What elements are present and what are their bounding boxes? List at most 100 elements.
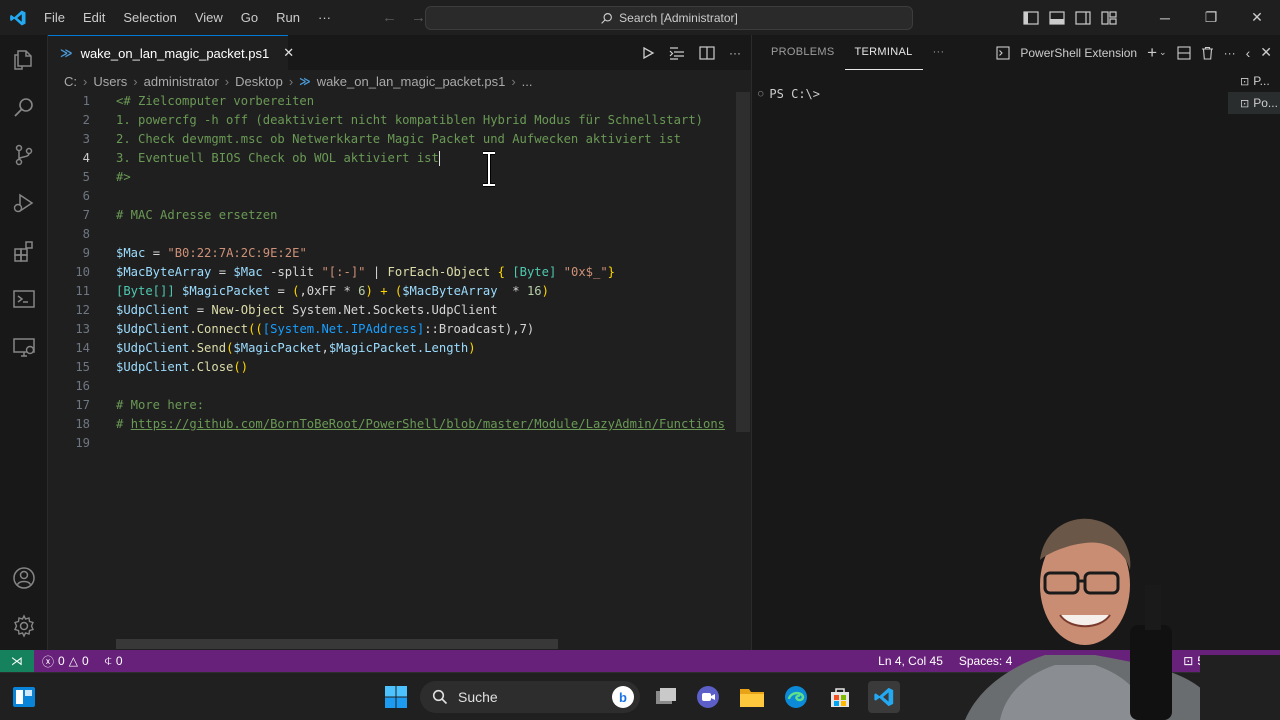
code-token: .Close	[189, 360, 234, 374]
teams-icon[interactable]	[692, 681, 724, 713]
new-terminal-icon[interactable]: +	[1147, 43, 1157, 63]
code-text: $MacByteArray = $Mac -split "[:-]" | For…	[116, 263, 615, 282]
command-center-search[interactable]: Search [Administrator]	[425, 6, 913, 30]
code-line: 1 <# Zielcomputer vorbereiten	[48, 92, 751, 111]
close-tab-icon[interactable]: ✕	[283, 45, 294, 61]
split-editor-icon[interactable]	[699, 45, 715, 60]
task-view-icon[interactable]	[650, 681, 682, 713]
breadcrumb-item[interactable]: Desktop	[235, 74, 283, 89]
menu-view[interactable]: View	[186, 0, 232, 35]
widgets-icon[interactable]	[8, 681, 40, 713]
code-token: ,	[321, 341, 329, 355]
menu-file[interactable]: File	[35, 0, 74, 35]
breadcrumb-item[interactable]: Users	[93, 74, 127, 89]
breadcrumb-item[interactable]: wake_on_lan_magic_packet.ps1	[317, 74, 506, 89]
terminal-list-item[interactable]: ⊡ Po...	[1228, 92, 1280, 114]
code-text: $UdpClient = New-Object System.Net.Socke…	[116, 301, 498, 320]
toggle-secondary-sidebar-icon[interactable]	[1070, 0, 1096, 35]
line-number: 17	[75, 398, 90, 412]
account-icon[interactable]	[12, 566, 36, 590]
powershell-icon[interactable]	[12, 287, 36, 311]
panel-more-actions-icon[interactable]: ···	[1224, 46, 1236, 60]
remote-indicator[interactable]: ⋊	[0, 650, 34, 672]
store-icon[interactable]	[824, 681, 856, 713]
toggle-panel-icon[interactable]	[1044, 0, 1070, 35]
terminal-list-item[interactable]: ⊡ P...	[1228, 70, 1280, 92]
breadcrumb: C: › Users › administrator › Desktop › ≫…	[48, 70, 751, 92]
split-terminal-icon[interactable]	[1177, 45, 1191, 60]
terminal-name[interactable]: PowerShell Extension	[1020, 46, 1137, 60]
customize-layout-icon[interactable]	[1096, 0, 1122, 35]
menu-go[interactable]: Go	[232, 0, 267, 35]
tab-problems[interactable]: PROBLEMS	[761, 35, 845, 70]
code-token: *	[497, 284, 527, 298]
code-token: ::Broadcast),7)	[424, 322, 535, 336]
tab-wake-on-lan[interactable]: ≫ wake_on_lan_magic_packet.ps1 ✕	[48, 35, 294, 70]
code-token: $UdpClient	[116, 360, 190, 374]
code-line: 3 2. Check devmgmt.msc ob Netwerkkarte Ma…	[48, 130, 751, 149]
source-control-icon[interactable]	[12, 143, 36, 167]
taskbar-search-label: Suche	[458, 689, 498, 705]
broadcast-icon: ⍧	[104, 653, 112, 668]
panel-more-icon[interactable]: ···	[923, 35, 955, 70]
menu-run[interactable]: Run	[267, 0, 309, 35]
menu-more[interactable]: ···	[309, 0, 340, 35]
vertical-scrollbar[interactable]	[736, 92, 750, 432]
horizontal-scrollbar[interactable]	[116, 639, 558, 649]
menu-selection[interactable]: Selection	[114, 0, 185, 35]
edge-browser-icon[interactable]	[780, 681, 812, 713]
close-window-button[interactable]: ✕	[1234, 0, 1280, 35]
gear-icon[interactable]	[12, 614, 36, 638]
terminal-icon: ⊡	[1240, 97, 1250, 110]
code-token: [Byte[]]	[116, 284, 175, 298]
run-debug-icon[interactable]	[12, 191, 36, 215]
extensions-icon[interactable]	[12, 239, 36, 263]
chevron-left-icon[interactable]: ‹	[1246, 45, 1251, 61]
search-view-icon[interactable]	[12, 95, 36, 119]
code-text: [Byte[]] $MagicPacket = (,0xFF * 6) + ($…	[116, 282, 549, 301]
vscode-logo-icon	[0, 0, 35, 35]
code-line: 12 $UdpClient = New-Object System.Net.Soc…	[48, 301, 751, 320]
code-line: 15 $UdpClient.Close()	[48, 358, 751, 377]
taskbar-search[interactable]: Suche b	[420, 681, 640, 713]
forward-arrow-icon[interactable]: →	[411, 9, 426, 26]
start-windows-icon[interactable]	[380, 681, 412, 713]
chevron-down-icon[interactable]: ⌄	[1159, 47, 1167, 58]
line-number: 6	[82, 189, 90, 203]
vscode-taskbar-icon[interactable]	[868, 681, 900, 713]
warning-icon: △	[68, 654, 78, 668]
toggle-primary-sidebar-icon[interactable]	[1018, 0, 1044, 35]
breadcrumb-item[interactable]: ...	[522, 74, 533, 89]
run-selection-icon[interactable]	[669, 46, 685, 60]
cursor-position[interactable]: Ln 4, Col 45	[870, 654, 951, 668]
ports-status[interactable]: ⍧ 0	[97, 654, 131, 669]
trash-icon[interactable]	[1201, 46, 1214, 60]
code-editor[interactable]: 1 <# Zielcomputer vorbereiten 2 1. powercf…	[48, 92, 751, 647]
menu-edit[interactable]: Edit	[74, 0, 114, 35]
bing-icon: b	[612, 686, 634, 708]
back-arrow-icon[interactable]: ←	[382, 9, 397, 26]
tab-terminal[interactable]: TERMINAL	[844, 36, 923, 70]
close-panel-icon[interactable]: ✕	[1260, 44, 1272, 61]
code-token: $Mac	[233, 265, 263, 279]
run-file-icon[interactable]	[641, 46, 655, 60]
code-link[interactable]: https://github.com/BornToBeRoot/PowerShe…	[131, 417, 725, 431]
error-icon: ⓧ	[42, 654, 55, 669]
minimize-button[interactable]: ─	[1142, 0, 1188, 35]
explorer-icon[interactable]	[12, 48, 36, 72]
code-line: 17 # More here:	[48, 396, 751, 415]
file-explorer-icon[interactable]	[736, 681, 768, 713]
code-line: 5 #>	[48, 168, 751, 187]
code-token: =	[211, 265, 234, 279]
remote-explorer-icon[interactable]	[12, 335, 36, 359]
line-number: 19	[75, 436, 90, 450]
editor-more-icon[interactable]: ···	[729, 46, 741, 60]
breadcrumb-item[interactable]: C:	[64, 74, 77, 89]
code-token: .Connect	[189, 322, 249, 336]
restore-button[interactable]: ❐	[1188, 0, 1234, 35]
problems-status[interactable]: ⓧ 0 △ 0	[34, 653, 97, 670]
terminal-prompt: PS C:\>	[769, 87, 820, 101]
code-text: #>	[116, 170, 131, 184]
breadcrumb-item[interactable]: administrator	[144, 74, 219, 89]
search-label: Search [Administrator]	[619, 11, 738, 25]
